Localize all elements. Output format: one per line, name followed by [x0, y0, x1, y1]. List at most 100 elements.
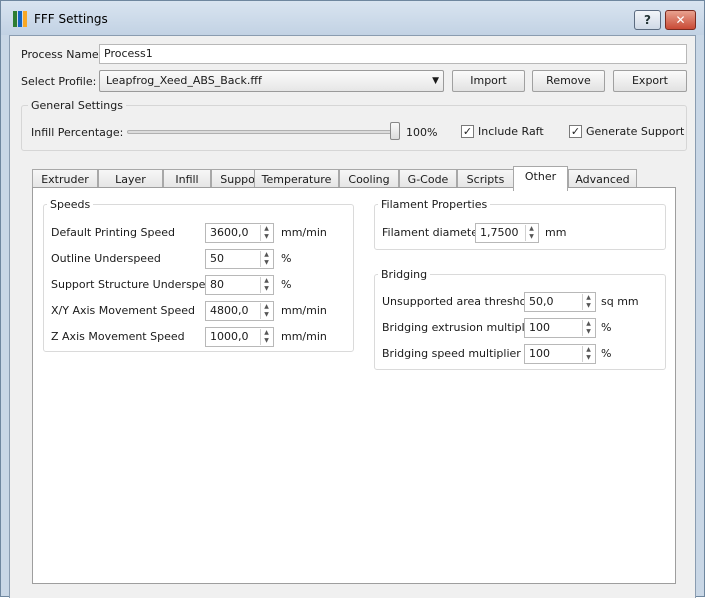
include-raft-label: Include Raft [478, 125, 544, 138]
spin-value: 1,7500 [480, 226, 519, 239]
spin-value: 100 [529, 347, 550, 360]
spin-up-icon[interactable]: ▲ [261, 251, 272, 259]
spin-value: 3600,0 [210, 226, 249, 239]
filament-diameter-unit: mm [545, 226, 567, 239]
spin-arrows[interactable]: ▲ ▼ [525, 225, 537, 241]
spin-up-icon[interactable]: ▲ [583, 346, 594, 354]
spin-value: 80 [210, 278, 224, 291]
spin-value: 1000,0 [210, 330, 249, 343]
spin-up-icon[interactable]: ▲ [583, 320, 594, 328]
spin-down-icon[interactable]: ▼ [261, 259, 272, 267]
speed-row-label: Outline Underspeed [51, 252, 161, 265]
outline-underspeed-input[interactable]: 50 ▲ ▼ [205, 249, 274, 269]
tab-infill[interactable]: Infill [163, 169, 211, 189]
speed-row-label: Default Printing Speed [51, 226, 175, 239]
spin-up-icon[interactable]: ▲ [261, 277, 272, 285]
spin-down-icon[interactable]: ▼ [261, 311, 272, 319]
bridging-extrusion-multiplier-input[interactable]: 100 ▲ ▼ [524, 318, 596, 338]
speeds-title: Speeds [47, 198, 94, 211]
spin-down-icon[interactable]: ▼ [261, 337, 272, 345]
default-printing-speed-input[interactable]: 3600,0 ▲ ▼ [205, 223, 274, 243]
spin-up-icon[interactable]: ▲ [261, 225, 272, 233]
general-settings-title: General Settings [28, 99, 126, 112]
bridging-row-label: Unsupported area threshold [382, 295, 537, 308]
spin-up-icon[interactable]: ▲ [526, 225, 537, 233]
bridging-title: Bridging [378, 268, 431, 281]
import-button[interactable]: Import [452, 70, 525, 92]
spin-value: 4800,0 [210, 304, 249, 317]
xy-axis-movement-speed-input[interactable]: 4800,0 ▲ ▼ [205, 301, 274, 321]
bridging-speed-multiplier-input[interactable]: 100 ▲ ▼ [524, 344, 596, 364]
dialog-client: Process Name: Process1 Select Profile: L… [9, 35, 696, 598]
spin-down-icon[interactable]: ▼ [583, 354, 594, 362]
spin-down-icon[interactable]: ▼ [583, 328, 594, 336]
spin-arrows[interactable]: ▲ ▼ [260, 303, 272, 319]
z-axis-movement-speed-input[interactable]: 1000,0 ▲ ▼ [205, 327, 274, 347]
bridging-row-label: Bridging extrusion multiplier [382, 321, 539, 334]
general-settings-group: General Settings Infill Percentage: 100%… [21, 99, 687, 151]
tab-scripts[interactable]: Scripts [457, 169, 514, 189]
tab-gcode[interactable]: G-Code [399, 169, 457, 189]
tab-temperature[interactable]: Temperature [254, 169, 339, 189]
select-profile-label: Select Profile: [21, 75, 97, 88]
spin-down-icon[interactable]: ▼ [261, 285, 272, 293]
speed-row-unit: mm/min [281, 226, 327, 239]
profile-select[interactable]: Leapfrog_Xeed_ABS_Back.fff ▼ [99, 70, 444, 92]
spin-value: 100 [529, 321, 550, 334]
filament-diameter-input[interactable]: 1,7500 ▲ ▼ [475, 223, 539, 243]
support-structure-underspeed-input[interactable]: 80 ▲ ▼ [205, 275, 274, 295]
profile-select-value: Leapfrog_Xeed_ABS_Back.fff [106, 74, 262, 87]
bridging-group: Bridging Unsupported area threshold 50,0… [374, 268, 666, 370]
infill-slider-thumb[interactable] [390, 122, 400, 140]
dropdown-arrow-icon: ▼ [432, 76, 439, 86]
spin-value: 50,0 [529, 295, 554, 308]
spin-arrows[interactable]: ▲ ▼ [260, 329, 272, 345]
tab-other[interactable]: Other [513, 166, 568, 191]
speed-row-label: X/Y Axis Movement Speed [51, 304, 196, 317]
title-bar[interactable]: FFF Settings ? ✕ [1, 1, 704, 35]
bridging-row-label: Bridging speed multiplier [382, 347, 521, 360]
speed-row-label: Z Axis Movement Speed [51, 330, 185, 343]
tab-layer[interactable]: Layer [98, 169, 163, 189]
filament-properties-group: Filament Properties Filament diameter 1,… [374, 198, 666, 250]
spin-arrows[interactable]: ▲ ▼ [582, 346, 594, 362]
spin-up-icon[interactable]: ▲ [583, 294, 594, 302]
process-name-label: Process Name: [21, 48, 103, 61]
spin-arrows[interactable]: ▲ ▼ [260, 225, 272, 241]
speed-row-label: Support Structure Underspeed [51, 278, 220, 291]
fff-settings-window: FFF Settings ? ✕ Process Name: Process1 … [0, 0, 705, 598]
unsupported-area-threshold-input[interactable]: 50,0 ▲ ▼ [524, 292, 596, 312]
spin-down-icon[interactable]: ▼ [583, 302, 594, 310]
spin-down-icon[interactable]: ▼ [526, 233, 537, 241]
include-raft-checkbox[interactable]: ✓ [461, 125, 474, 138]
remove-button[interactable]: Remove [532, 70, 605, 92]
close-button[interactable]: ✕ [665, 10, 696, 30]
process-name-input[interactable]: Process1 [99, 44, 687, 64]
other-tab-panel: Speeds Default Printing Speed 3600,0 ▲ ▼ … [32, 187, 676, 584]
spin-value: 50 [210, 252, 224, 265]
speed-row-unit: % [281, 278, 292, 291]
spin-down-icon[interactable]: ▼ [261, 233, 272, 241]
spin-arrows[interactable]: ▲ ▼ [582, 320, 594, 336]
infill-slider-track[interactable] [127, 130, 400, 134]
tab-cooling[interactable]: Cooling [339, 169, 399, 189]
app-icon [13, 11, 27, 27]
help-button[interactable]: ? [634, 10, 661, 30]
generate-support-checkbox[interactable]: ✓ [569, 125, 582, 138]
spin-arrows[interactable]: ▲ ▼ [260, 251, 272, 267]
tab-extruder[interactable]: Extruder [32, 169, 98, 189]
speed-row-unit: mm/min [281, 330, 327, 343]
tab-advanced[interactable]: Advanced [568, 169, 637, 189]
infill-percentage-value: 100% [406, 126, 438, 139]
window-title: FFF Settings [34, 12, 108, 26]
spin-up-icon[interactable]: ▲ [261, 303, 272, 311]
spin-arrows[interactable]: ▲ ▼ [260, 277, 272, 293]
infill-percentage-label: Infill Percentage: [31, 126, 124, 139]
bridging-row-unit: % [601, 321, 612, 334]
spin-arrows[interactable]: ▲ ▼ [582, 294, 594, 310]
bridging-row-unit: % [601, 347, 612, 360]
spin-up-icon[interactable]: ▲ [261, 329, 272, 337]
filament-diameter-label: Filament diameter [382, 226, 483, 239]
speed-row-unit: % [281, 252, 292, 265]
export-button[interactable]: Export [613, 70, 687, 92]
